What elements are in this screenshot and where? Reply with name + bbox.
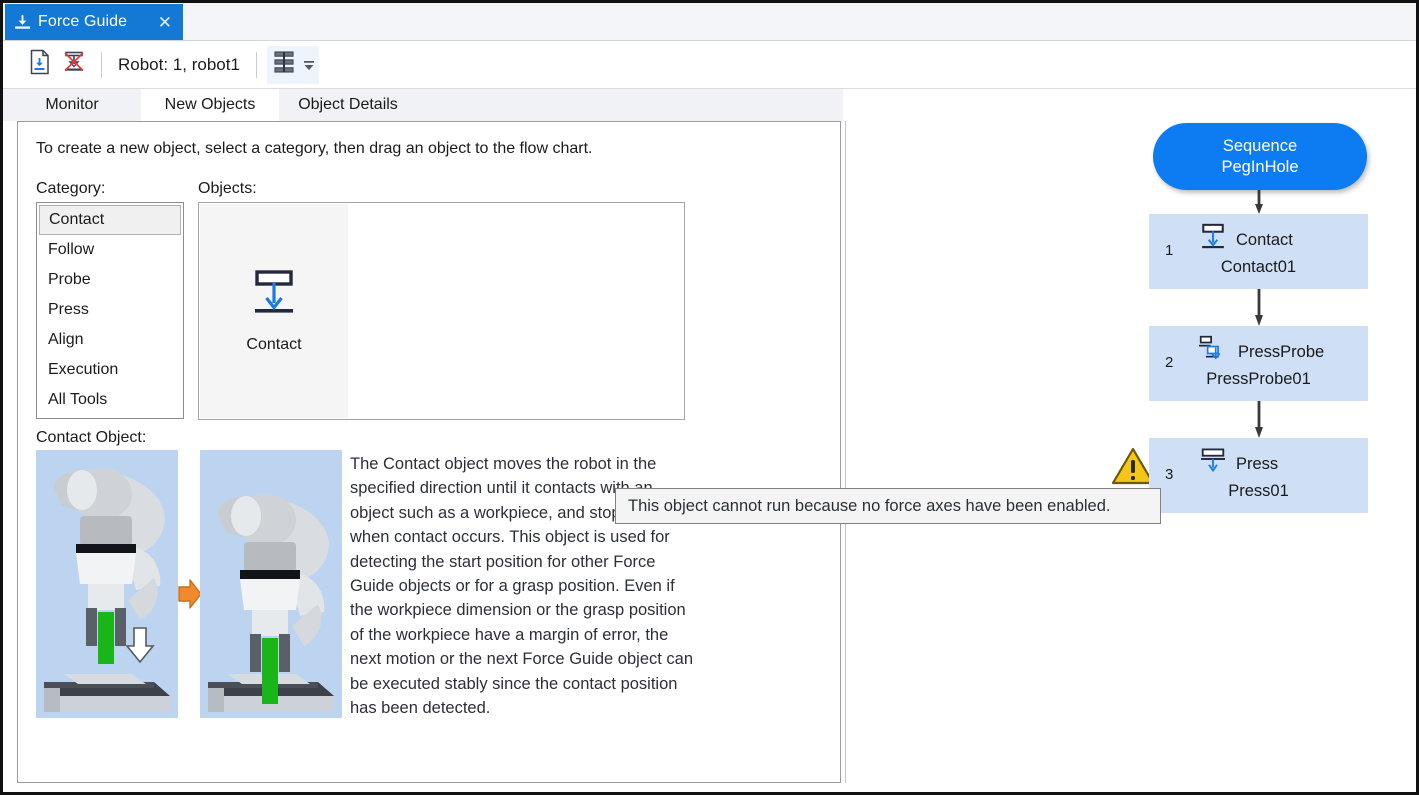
tab-object-details[interactable]: Object Details [279, 89, 417, 121]
layout-list-icon [273, 50, 295, 79]
tab-new-objects[interactable]: New Objects [141, 89, 279, 121]
category-item-label: All Tools [48, 391, 107, 408]
step-name-label: Press01 [1149, 482, 1368, 501]
warning-tooltip-text: This object cannot run because no force … [628, 497, 1111, 516]
category-item-all-tools[interactable]: All Tools [39, 385, 181, 415]
flow-node-step-1[interactable]: 1 Contact Contact01 [1149, 214, 1368, 289]
category-item-align[interactable]: Align [39, 325, 181, 355]
chevron-down-icon [302, 59, 316, 77]
delete-object-button[interactable] [57, 48, 91, 82]
import-object-button[interactable] [23, 48, 57, 82]
pressprobe-object-icon [1197, 335, 1231, 370]
arrange-layout-split-button[interactable] [267, 46, 319, 84]
delete-crossed-icon [61, 49, 87, 80]
right-arrow-icon [178, 577, 202, 611]
sequence-kind-label: Sequence [1223, 136, 1297, 157]
step-type-label: Contact [1236, 231, 1293, 250]
document-tab-strip: Force Guide ✕ [3, 3, 1416, 41]
arrange-layout-dropdown[interactable] [300, 47, 318, 83]
contact-after-image [200, 450, 342, 718]
robot-label: Robot: 1, robot1 [112, 55, 246, 75]
category-item-contact[interactable]: Contact [39, 205, 181, 235]
step-index: 3 [1165, 466, 1173, 483]
tab-monitor-label: Monitor [45, 96, 98, 114]
toolbar: Robot: 1, robot1 [3, 41, 1416, 89]
tab-force-guide[interactable]: Force Guide ✕ [5, 4, 183, 40]
document-import-icon [28, 49, 52, 80]
preview-label: Contact Object: [36, 429, 146, 447]
force-guide-window: Force Guide ✕ [0, 0, 1419, 795]
step-type-label: Press [1236, 455, 1278, 474]
objects-label: Objects: [198, 180, 257, 198]
category-item-label: Probe [48, 271, 91, 288]
force-guide-icon [13, 13, 32, 32]
flow-node-step-2[interactable]: 2 PressProbe PressProbe01 [1149, 326, 1368, 401]
instruction-text: To create a new object, select a categor… [36, 140, 592, 158]
press-object-icon [1197, 447, 1229, 482]
toolbar-divider-1 [101, 52, 102, 78]
flow-connector-2 [1255, 401, 1263, 438]
step-name-label: PressProbe01 [1149, 370, 1368, 389]
contact-object-icon [246, 269, 302, 326]
category-item-follow[interactable]: Follow [39, 235, 181, 265]
step-type-label: PressProbe [1238, 343, 1324, 362]
category-item-label: Contact [49, 211, 104, 228]
step-index: 1 [1165, 242, 1173, 259]
category-item-label: Follow [48, 241, 94, 258]
category-item-execution[interactable]: Execution [39, 355, 181, 385]
flow-node-sequence[interactable]: Sequence PegInHole [1153, 123, 1367, 190]
new-objects-panel: To create a new object, select a categor… [17, 121, 841, 783]
tab-title: Force Guide [38, 13, 155, 31]
flow-connector-0 [1255, 190, 1263, 214]
tab-new-objects-label: New Objects [165, 96, 256, 114]
contact-before-image [36, 450, 178, 718]
tab-monitor[interactable]: Monitor [3, 89, 141, 121]
category-item-label: Press [48, 301, 89, 318]
category-listbox[interactable]: Contact Follow Probe Press Align Executi… [36, 202, 184, 419]
page-tab-bar: Monitor New Objects Object Details [3, 89, 843, 121]
category-item-press[interactable]: Press [39, 295, 181, 325]
flow-node-step-3[interactable]: 3 Press Press01 [1149, 438, 1368, 513]
sequence-name-label: PegInHole [1221, 157, 1298, 178]
object-tile-label: Contact [246, 336, 301, 354]
flow-chart-pane: Sequence PegInHole 1 Contac [845, 121, 1415, 783]
arrange-layout-button[interactable] [268, 47, 300, 83]
category-label: Category: [36, 180, 105, 198]
toolbar-divider-2 [256, 52, 257, 78]
object-tile-contact[interactable]: Contact [200, 204, 348, 418]
step-name-label: Contact01 [1149, 258, 1368, 277]
category-item-label: Align [48, 331, 84, 348]
tab-object-details-label: Object Details [298, 96, 398, 114]
flow-connector-1 [1255, 289, 1263, 326]
objects-listbox[interactable]: Contact [198, 202, 685, 420]
close-icon[interactable]: ✕ [155, 14, 175, 31]
contact-object-icon [1197, 223, 1229, 258]
category-item-label: Execution [48, 361, 118, 378]
step-index: 2 [1165, 354, 1173, 371]
category-item-probe[interactable]: Probe [39, 265, 181, 295]
warning-tooltip: This object cannot run because no force … [615, 488, 1161, 524]
